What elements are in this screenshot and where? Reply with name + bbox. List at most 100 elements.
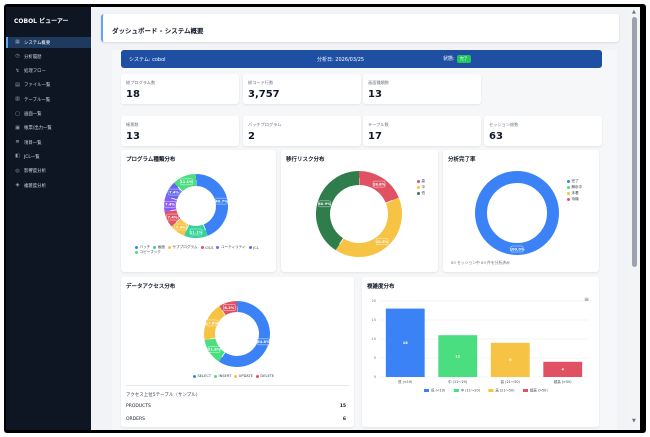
slice-label: 100.0%: [510, 247, 525, 251]
sidebar-item[interactable]: ▥ テーブル一覧: [6, 94, 91, 105]
legend-item[interactable]: SELECT: [193, 374, 211, 378]
table-name: PRODUCTS: [126, 404, 151, 409]
data-access-chart: 54.6% 11.8% 17.6% 8.2%: [204, 301, 270, 367]
stat-label: 画面種類数: [368, 80, 389, 85]
legend-label: INSERT: [218, 374, 232, 378]
sidebar-item[interactable]: ◧ JCL一覧: [6, 151, 91, 162]
scroll-down-icon[interactable]: ▼: [632, 418, 636, 424]
x-tick-label: 高 (21〜50): [501, 379, 521, 384]
sidebar-item[interactable]: ▤ ファイル一覧: [6, 80, 91, 91]
report-icon: ▣: [15, 124, 20, 131]
legend-label: コピーブック: [139, 250, 161, 254]
legend-swatch: [255, 374, 259, 378]
legend-swatch: [200, 246, 204, 249]
banner-status: 状態: 完了: [443, 55, 471, 63]
x-tick-label: 中 (11〜20): [448, 379, 468, 384]
slice-label: 7.4%: [167, 215, 177, 219]
sidebar-item[interactable]: ◷ 分析履歴: [6, 51, 91, 62]
completion-footnote: 63 セッション中 63 件を分析済み: [451, 260, 510, 265]
legend-label: 中: [421, 184, 426, 189]
complexity-chart: 2015105018低 (<10)11中 (11〜20)9高 (21〜50)4超…: [372, 299, 589, 393]
flow-icon: ↯: [15, 67, 20, 74]
sidebar-item[interactable]: ◎ 影響度分析: [6, 166, 91, 177]
pie-slice[interactable]: [475, 171, 559, 255]
slice-label: 18.8%: [373, 182, 386, 186]
legend-item[interactable]: INSERT: [214, 374, 231, 378]
sidebar-item[interactable]: ◈ 複雑度分析: [6, 180, 91, 191]
sidebar-item[interactable]: ▢ 画面一覧: [6, 109, 91, 120]
legend-item[interactable]: CICS: [200, 245, 213, 250]
legend-item[interactable]: ユーティリティ: [216, 245, 246, 250]
y-tick-label: 20: [372, 299, 376, 303]
stat-label: 総プログラム数: [126, 80, 156, 85]
legend-swatch: [135, 246, 138, 249]
sidebar-item-label: 画面一覧: [24, 112, 42, 117]
slice-label: 11.1%: [180, 180, 193, 184]
scroll-up-icon[interactable]: ▲: [632, 9, 636, 15]
bar-value-label: 11: [455, 354, 461, 358]
legend-item[interactable]: コピーブック: [135, 250, 161, 255]
page-header: ダッシュボード - システム概要: [101, 14, 619, 42]
legend-item[interactable]: 待機: [567, 196, 582, 202]
sidebar-item-label: ファイル一覧: [24, 83, 51, 89]
legend-label: 低: [421, 190, 426, 195]
legend-swatch: [417, 185, 420, 189]
chart-card-program-types: プログラム種類分布 40.7% 11.1% 7.4% 7.4% 7.4% 7.4% 11.1…: [121, 150, 276, 272]
sidebar-item[interactable]: ▦ システム概要: [6, 37, 91, 48]
slice-label: 40.3%: [376, 240, 389, 244]
banner-system: システム: cobol: [129, 56, 166, 63]
stat-card: バッチプログラム 2: [243, 116, 361, 146]
page-title: ダッシュボード - システム概要: [112, 27, 204, 35]
legend-swatch: [488, 389, 494, 392]
legend-swatch: [248, 246, 252, 249]
scrollbar-thumb[interactable]: [632, 17, 637, 267]
stat-value: 18: [126, 89, 140, 100]
x-tick-label: 低 (<10): [398, 379, 413, 384]
slice-label: 54.6%: [257, 340, 270, 344]
status-label: 状態:: [443, 56, 455, 62]
legend-item[interactable]: DELETE: [255, 374, 274, 378]
legend-item[interactable]: JCL: [248, 245, 259, 250]
sidebar-item[interactable]: ↯ 処理フロー: [6, 66, 91, 77]
sidebar-item-label: テーブル一覧: [24, 97, 51, 103]
pie-slice[interactable]: [218, 301, 270, 367]
sidebar-item[interactable]: ≣ 項目一覧: [6, 137, 91, 148]
stat-value: 2: [248, 131, 255, 142]
legend-label: SELECT: [197, 374, 212, 378]
stat-card: 総プログラム数 18: [121, 74, 239, 104]
stat-card: 総コード行数 3,757: [243, 74, 361, 104]
sidebar-item-label: 分析履歴: [24, 54, 42, 60]
y-tick-label: 0: [374, 375, 376, 379]
system-banner: システム: cobol 分析日: 2026/03/25 状態: 完了: [121, 50, 602, 68]
sidebar-item-label: 影響度分析: [24, 169, 46, 175]
sidebar-item-label: 帳票/出力一覧: [24, 126, 52, 132]
screen-icon: ▢: [15, 110, 20, 117]
legend-swatch: [567, 191, 570, 195]
legend-item[interactable]: サブプログラム: [167, 245, 198, 250]
legend-item[interactable]: UPDATE: [234, 374, 253, 378]
stat-label: セッション総数: [489, 122, 519, 127]
y-tick-label: 5: [374, 356, 376, 360]
bar-value-label: 18: [403, 341, 409, 345]
sidebar-item-label: 処理フロー: [24, 69, 46, 75]
stat-card: 画面種類数 13: [363, 74, 481, 104]
legend-swatch: [193, 374, 196, 378]
legend-label: JCL: [253, 245, 259, 250]
legend-swatch: [234, 374, 238, 378]
legend-swatch: [216, 246, 220, 249]
legend-item[interactable]: 低: [417, 190, 425, 196]
slice-label: 8.2%: [224, 306, 234, 310]
sidebar-item[interactable]: ▣ 帳票/出力一覧: [6, 123, 91, 134]
history-icon: ◷: [15, 53, 20, 60]
legend-swatch: [567, 179, 570, 183]
table-row: PRODUCTS 15: [126, 404, 346, 409]
stat-card: セッション総数 63: [484, 116, 602, 146]
sidebar-item-label: JCL一覧: [24, 154, 40, 160]
pie-slice[interactable]: [316, 171, 360, 251]
x-tick-label: 超高 (>50): [554, 379, 572, 384]
access-table-title: アクセス上位5テーブル（サンプル）: [126, 393, 201, 398]
pie-slice[interactable]: [195, 174, 228, 236]
chart-card-data-access: データアクセス分布 54.6% 11.8% 17.6% 8.2% SELECT INSE…: [121, 277, 354, 427]
stat-card: 帳票数 13: [121, 116, 239, 146]
legend-label: 高: [421, 178, 426, 183]
